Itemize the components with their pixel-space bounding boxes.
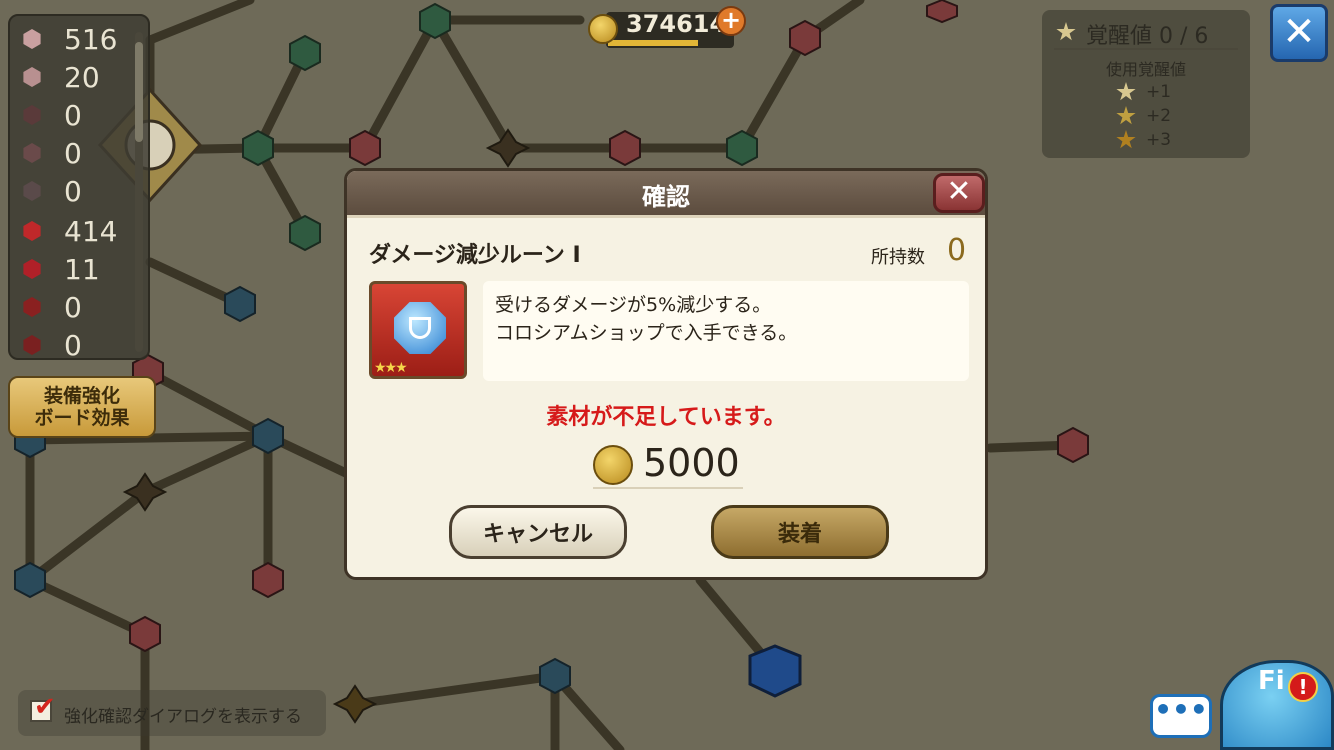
coin-icon <box>588 14 618 44</box>
item-description: 受けるダメージが5%減少する。 コロシアムショップで入手できる。 <box>483 281 969 381</box>
star-icon <box>1056 22 1076 41</box>
material-count: 0 <box>64 290 82 324</box>
material-count: 516 <box>64 22 118 56</box>
divider <box>1054 48 1238 50</box>
rarity-stars: ★★★ <box>374 360 408 376</box>
coin-value: 374614 <box>626 10 727 38</box>
close-icon[interactable]: ✕ <box>1270 4 1328 62</box>
material-count: 0 <box>64 174 82 208</box>
material-row: 11 <box>22 250 100 288</box>
cost-display: 5000 <box>593 437 743 489</box>
chat-button[interactable]: ••• <box>1150 694 1212 738</box>
material-row: 0 <box>22 288 82 326</box>
dialog-header: 確認 ✕ <box>347 171 985 218</box>
awakening-row: +1 <box>1146 82 1172 102</box>
insufficient-materials-warning: 素材が不足しています。 <box>546 405 786 430</box>
checkmark-icon: ✔ <box>34 692 56 722</box>
dialog-close-button[interactable]: ✕ <box>933 173 985 213</box>
material-row: 0 <box>22 172 82 210</box>
star-icon <box>1116 106 1136 125</box>
checkbox-label: 強化確認ダイアログを表示する <box>64 707 302 727</box>
cost-value: 5000 <box>643 441 740 485</box>
gem-icon <box>23 181 41 201</box>
gem-icon <box>23 67 41 87</box>
material-count: 0 <box>64 98 82 132</box>
owned-value: 0 <box>947 233 967 268</box>
alert-icon[interactable]: ! <box>1288 672 1318 702</box>
equip-button[interactable]: 装着 <box>711 505 889 559</box>
awakening-row: +3 <box>1146 130 1172 150</box>
material-row: 0 <box>22 134 82 172</box>
material-count: 0 <box>64 136 82 170</box>
rune-icon: ★★★ <box>369 281 467 379</box>
gem-icon <box>23 105 41 125</box>
material-row: 414 <box>22 212 117 250</box>
confirm-dialog-toggle[interactable]: ✔ 強化確認ダイアログを表示する <box>18 690 326 736</box>
cancel-button[interactable]: キャンセル <box>449 505 627 559</box>
description-line: コロシアムショップで入手できる。 <box>495 322 798 344</box>
item-name: ダメージ減少ルーン I <box>369 243 581 268</box>
scrollbar[interactable] <box>135 32 143 352</box>
star-icon <box>1116 130 1136 149</box>
close-icon: ✕ <box>946 174 972 209</box>
material-count: 11 <box>64 252 100 286</box>
mascot-text: Fi <box>1258 666 1285 696</box>
owned-label: 所持数 <box>871 247 925 268</box>
coin-icon <box>593 445 633 485</box>
material-row: 0 <box>22 326 82 360</box>
material-count: 20 <box>64 60 100 94</box>
gem-icon <box>23 335 41 355</box>
board-effect-button[interactable]: 装備強化 ボード効果 <box>8 376 156 438</box>
gem-icon <box>23 297 41 317</box>
dialog-title: 確認 <box>642 183 690 211</box>
material-list-panel[interactable]: 516 20 0 0 0 414 11 0 0 <box>8 14 150 360</box>
material-row: 516 <box>22 20 117 58</box>
material-row: 0 <box>22 96 82 134</box>
gem-icon <box>23 29 41 49</box>
awakening-panel: 覚醒値 0 / 6 使用覚醒値 +1 +2 +3 <box>1042 10 1250 158</box>
coin-bar-fill <box>608 40 698 46</box>
gem-icon <box>23 259 41 279</box>
material-row: 20 <box>22 58 100 96</box>
material-count: 0 <box>64 328 82 360</box>
material-count: 414 <box>64 214 118 248</box>
scrollbar-thumb[interactable] <box>135 42 143 142</box>
awakening-subtitle: 使用覚醒値 <box>1105 60 1186 79</box>
star-icon <box>1116 82 1136 101</box>
confirm-dialog: 確認 ✕ ダメージ減少ルーン I 所持数 0 ★★★ 受けるダメージが5%減少す… <box>344 168 988 580</box>
add-coins-button[interactable]: + <box>716 6 746 36</box>
shield-icon <box>409 317 431 339</box>
description-line: 受けるダメージが5%減少する。 <box>495 294 772 316</box>
gem-icon <box>23 143 41 163</box>
gem-icon <box>23 221 41 241</box>
awakening-row: +2 <box>1146 106 1172 126</box>
awakening-title: 覚醒値 0 / 6 <box>1086 24 1209 49</box>
